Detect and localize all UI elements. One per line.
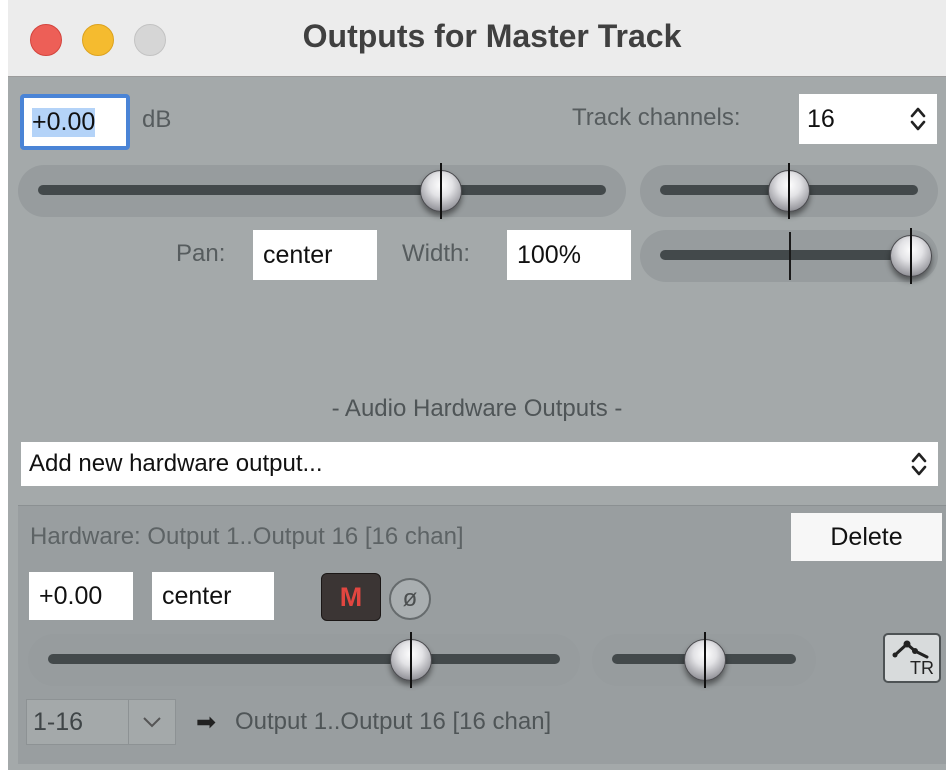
track-channels-value: 16: [807, 104, 835, 133]
hardware-pan-knob[interactable]: [684, 632, 726, 688]
destination-label: Output 1..Output 16 [16 chan]: [235, 708, 552, 735]
pan-input[interactable]: center: [253, 230, 377, 280]
up-down-chevron-icon: [910, 107, 926, 131]
hardware-volume-input[interactable]: +0.00: [29, 572, 133, 620]
chevron-down-icon: [143, 717, 161, 728]
width-knob[interactable]: [890, 228, 932, 284]
channel-range-select[interactable]: 1-16: [26, 699, 176, 745]
envelope-trim-button[interactable]: TR: [883, 633, 941, 683]
track-channels-select[interactable]: 16: [799, 94, 937, 144]
add-hardware-output-label: Add new hardware output...: [29, 450, 323, 477]
master-pan-fader[interactable]: [640, 163, 938, 219]
channel-range-dropdown-button[interactable]: [128, 700, 175, 744]
width-fader[interactable]: [640, 228, 938, 284]
hardware-volume-knob[interactable]: [390, 632, 432, 688]
hardware-output-title: Hardware: Output 1..Output 16 [16 chan]: [30, 523, 464, 550]
master-volume-fader[interactable]: [18, 163, 626, 219]
master-volume-groove: [38, 185, 606, 195]
hardware-pan-fader[interactable]: [592, 632, 816, 688]
audio-hardware-outputs-heading: - Audio Hardware Outputs -: [331, 395, 623, 422]
master-pan-knob[interactable]: [768, 163, 810, 219]
channel-range-value: 1-16: [33, 707, 84, 736]
outputs-window: Outputs for Master Track +0.00 dB Track …: [8, 0, 946, 770]
delete-button[interactable]: Delete: [791, 513, 942, 561]
master-volume-input[interactable]: +0.00: [20, 94, 130, 150]
track-channels-label: Track channels:: [572, 104, 741, 131]
width-center-line: [789, 232, 791, 280]
width-label: Width:: [402, 240, 471, 267]
volume-unit-label: dB: [142, 106, 172, 133]
mute-button[interactable]: M: [321, 573, 381, 621]
hardware-volume-groove: [48, 654, 560, 664]
hardware-volume-fader[interactable]: [28, 632, 580, 688]
title-bar: Outputs for Master Track: [8, 0, 946, 77]
width-input[interactable]: 100%: [507, 230, 631, 280]
phase-invert-button[interactable]: ø: [389, 578, 431, 620]
envelope-trim-label: TR: [910, 658, 934, 678]
pan-label: Pan:: [176, 240, 226, 267]
arrow-right-icon: ➡: [196, 709, 217, 736]
window-title: Outputs for Master Track: [302, 18, 682, 54]
up-down-chevron-icon: [911, 452, 927, 476]
hardware-pan-input[interactable]: center: [152, 572, 274, 620]
master-volume-knob[interactable]: [420, 163, 462, 219]
add-hardware-output-select[interactable]: Add new hardware output...: [21, 442, 938, 486]
master-volume-value: +0.00: [32, 107, 96, 137]
